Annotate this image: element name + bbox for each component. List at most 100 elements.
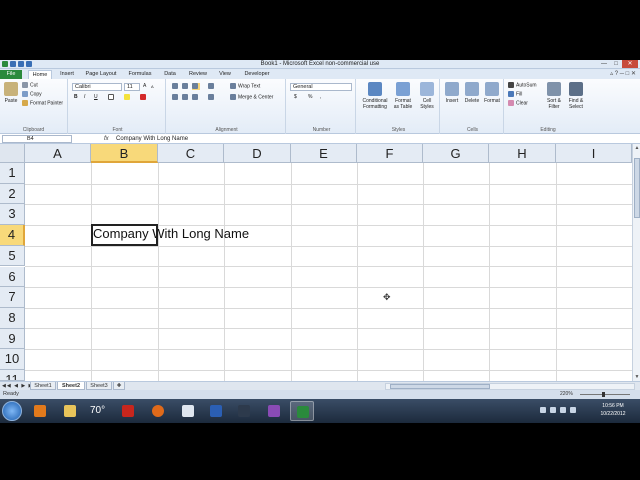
number-format-select[interactable]: General xyxy=(290,83,352,91)
taskbar-explorer[interactable] xyxy=(58,401,82,421)
tab-view[interactable]: View xyxy=(214,70,236,79)
delete-cells-button[interactable]: Delete xyxy=(462,82,482,104)
tab-insert[interactable]: Insert xyxy=(56,70,78,79)
align-left-button[interactable] xyxy=(172,94,180,101)
format-as-table-button[interactable]: Format as Table xyxy=(392,82,414,110)
network-icon[interactable] xyxy=(560,407,566,413)
tab-data[interactable]: Data xyxy=(160,70,180,79)
find-select-button[interactable]: Find & Select xyxy=(566,82,586,110)
taskbar-media-player[interactable] xyxy=(28,401,52,421)
orientation-button[interactable] xyxy=(208,83,216,90)
sheet-tab-sheet1[interactable]: Sheet1 xyxy=(30,382,56,390)
active-cell-b4[interactable] xyxy=(91,224,158,246)
format-cells-button[interactable]: Format xyxy=(482,82,502,104)
row-header-9[interactable]: 9 xyxy=(0,328,25,350)
tab-developer[interactable]: Developer xyxy=(240,70,274,79)
grow-font-button[interactable]: A xyxy=(143,83,146,90)
taskbar-filezilla[interactable] xyxy=(116,401,140,421)
vertical-scroll-thumb[interactable] xyxy=(634,158,640,218)
cut-button[interactable]: Cut xyxy=(22,82,38,89)
vertical-scrollbar[interactable]: ▲ ▼ xyxy=(632,144,640,381)
column-header-c[interactable]: C xyxy=(158,144,224,163)
column-header-f[interactable]: F xyxy=(357,144,423,163)
clear-button[interactable]: Clear xyxy=(508,100,528,107)
percent-button[interactable]: % xyxy=(308,94,312,101)
tab-review[interactable]: Review xyxy=(184,70,212,79)
sheet-tab-sheet2[interactable]: Sheet2 xyxy=(57,382,85,390)
help-icon[interactable]: ▵ ? ─ □ ✕ xyxy=(610,70,636,77)
row-header-10[interactable]: 10 xyxy=(0,349,25,370)
format-painter-button[interactable]: Format Painter xyxy=(22,100,63,107)
close-button[interactable]: ✕ xyxy=(622,60,638,68)
currency-button[interactable]: $ xyxy=(294,94,297,101)
taskbar-screen-recorder[interactable] xyxy=(232,401,256,421)
shrink-font-button[interactable]: A xyxy=(151,83,154,90)
zoom-slider[interactable] xyxy=(580,392,630,397)
bold-button[interactable]: B xyxy=(74,94,78,101)
horizontal-scrollbar[interactable] xyxy=(385,383,635,390)
minimize-button[interactable]: — xyxy=(598,60,610,68)
align-bottom-button[interactable] xyxy=(192,83,200,91)
autosum-button[interactable]: AutoSum xyxy=(508,82,537,89)
underline-button[interactable]: U xyxy=(94,94,98,101)
maximize-button[interactable]: □ xyxy=(610,60,622,68)
row-header-4[interactable]: 4 xyxy=(0,225,25,246)
column-header-i[interactable]: I xyxy=(556,144,632,163)
formula-input[interactable]: Company With Long Name xyxy=(116,134,188,144)
fill-button[interactable]: Fill xyxy=(508,91,522,98)
column-header-e[interactable]: E xyxy=(291,144,357,163)
row-header-6[interactable]: 6 xyxy=(0,266,25,288)
volume-icon[interactable] xyxy=(570,407,576,413)
row-header-2[interactable]: 2 xyxy=(0,183,25,205)
name-box[interactable]: B4 xyxy=(2,135,72,143)
start-button-icon[interactable] xyxy=(2,401,22,421)
italic-button[interactable]: I xyxy=(84,94,85,101)
new-sheet-icon[interactable]: ✚ xyxy=(113,382,125,390)
cell-styles-button[interactable]: Cell Styles xyxy=(416,82,438,110)
scroll-down-icon[interactable]: ▼ xyxy=(633,373,640,381)
taskbar-firefox[interactable] xyxy=(146,401,170,421)
tab-page-layout[interactable]: Page Layout xyxy=(82,70,120,79)
borders-button[interactable] xyxy=(108,94,116,101)
worksheet-grid[interactable]: A B C D E F G H I 1 2 3 4 5 6 7 8 9 10 1… xyxy=(0,144,632,381)
align-middle-button[interactable] xyxy=(182,83,190,90)
scroll-up-icon[interactable]: ▲ xyxy=(633,144,640,152)
row-header-11[interactable]: 11 xyxy=(0,370,25,381)
font-color-button[interactable] xyxy=(140,94,148,101)
horizontal-scroll-thumb[interactable] xyxy=(390,384,490,389)
row-header-3[interactable]: 3 xyxy=(0,204,25,226)
conditional-formatting-button[interactable]: Conditional Formatting xyxy=(360,82,390,110)
sheet-tab-sheet3[interactable]: Sheet3 xyxy=(86,382,112,390)
column-header-a[interactable]: A xyxy=(25,144,91,163)
row-header-7[interactable]: 7 xyxy=(0,287,25,308)
zoom-slider-knob[interactable] xyxy=(602,392,605,397)
comma-button[interactable]: , xyxy=(320,94,321,101)
font-name-select[interactable]: Calibri xyxy=(72,83,122,91)
zoom-level[interactable]: 220% xyxy=(560,390,573,399)
tab-file[interactable]: File xyxy=(0,70,22,79)
merge-center-button[interactable]: Merge & Center xyxy=(230,94,273,101)
column-header-g[interactable]: G xyxy=(423,144,489,163)
indent-button[interactable] xyxy=(208,94,216,101)
insert-function-icon[interactable]: fx xyxy=(104,134,109,144)
row-header-8[interactable]: 8 xyxy=(0,307,25,329)
row-header-1[interactable]: 1 xyxy=(0,163,25,184)
column-header-b[interactable]: B xyxy=(91,144,158,163)
tab-formulas[interactable]: Formulas xyxy=(124,70,156,79)
fill-color-button[interactable] xyxy=(124,94,132,101)
align-right-button[interactable] xyxy=(192,94,200,101)
taskbar-excel[interactable] xyxy=(290,401,314,421)
taskbar-onenote[interactable] xyxy=(262,401,286,421)
font-size-select[interactable]: 11 xyxy=(124,83,140,91)
flag-icon[interactable] xyxy=(550,407,556,413)
wrap-text-button[interactable]: Wrap Text xyxy=(230,83,260,90)
taskbar-word[interactable] xyxy=(204,401,228,421)
select-all-button[interactable] xyxy=(0,144,25,163)
paste-button[interactable]: Paste xyxy=(2,82,20,104)
insert-cells-button[interactable]: Insert xyxy=(442,82,462,104)
align-center-button[interactable] xyxy=(182,94,190,101)
clock[interactable]: 10:56 PM 10/22/2012 xyxy=(598,402,628,418)
tab-home[interactable]: Home xyxy=(28,70,52,79)
column-header-h[interactable]: H xyxy=(489,144,556,163)
align-top-button[interactable] xyxy=(172,83,180,90)
